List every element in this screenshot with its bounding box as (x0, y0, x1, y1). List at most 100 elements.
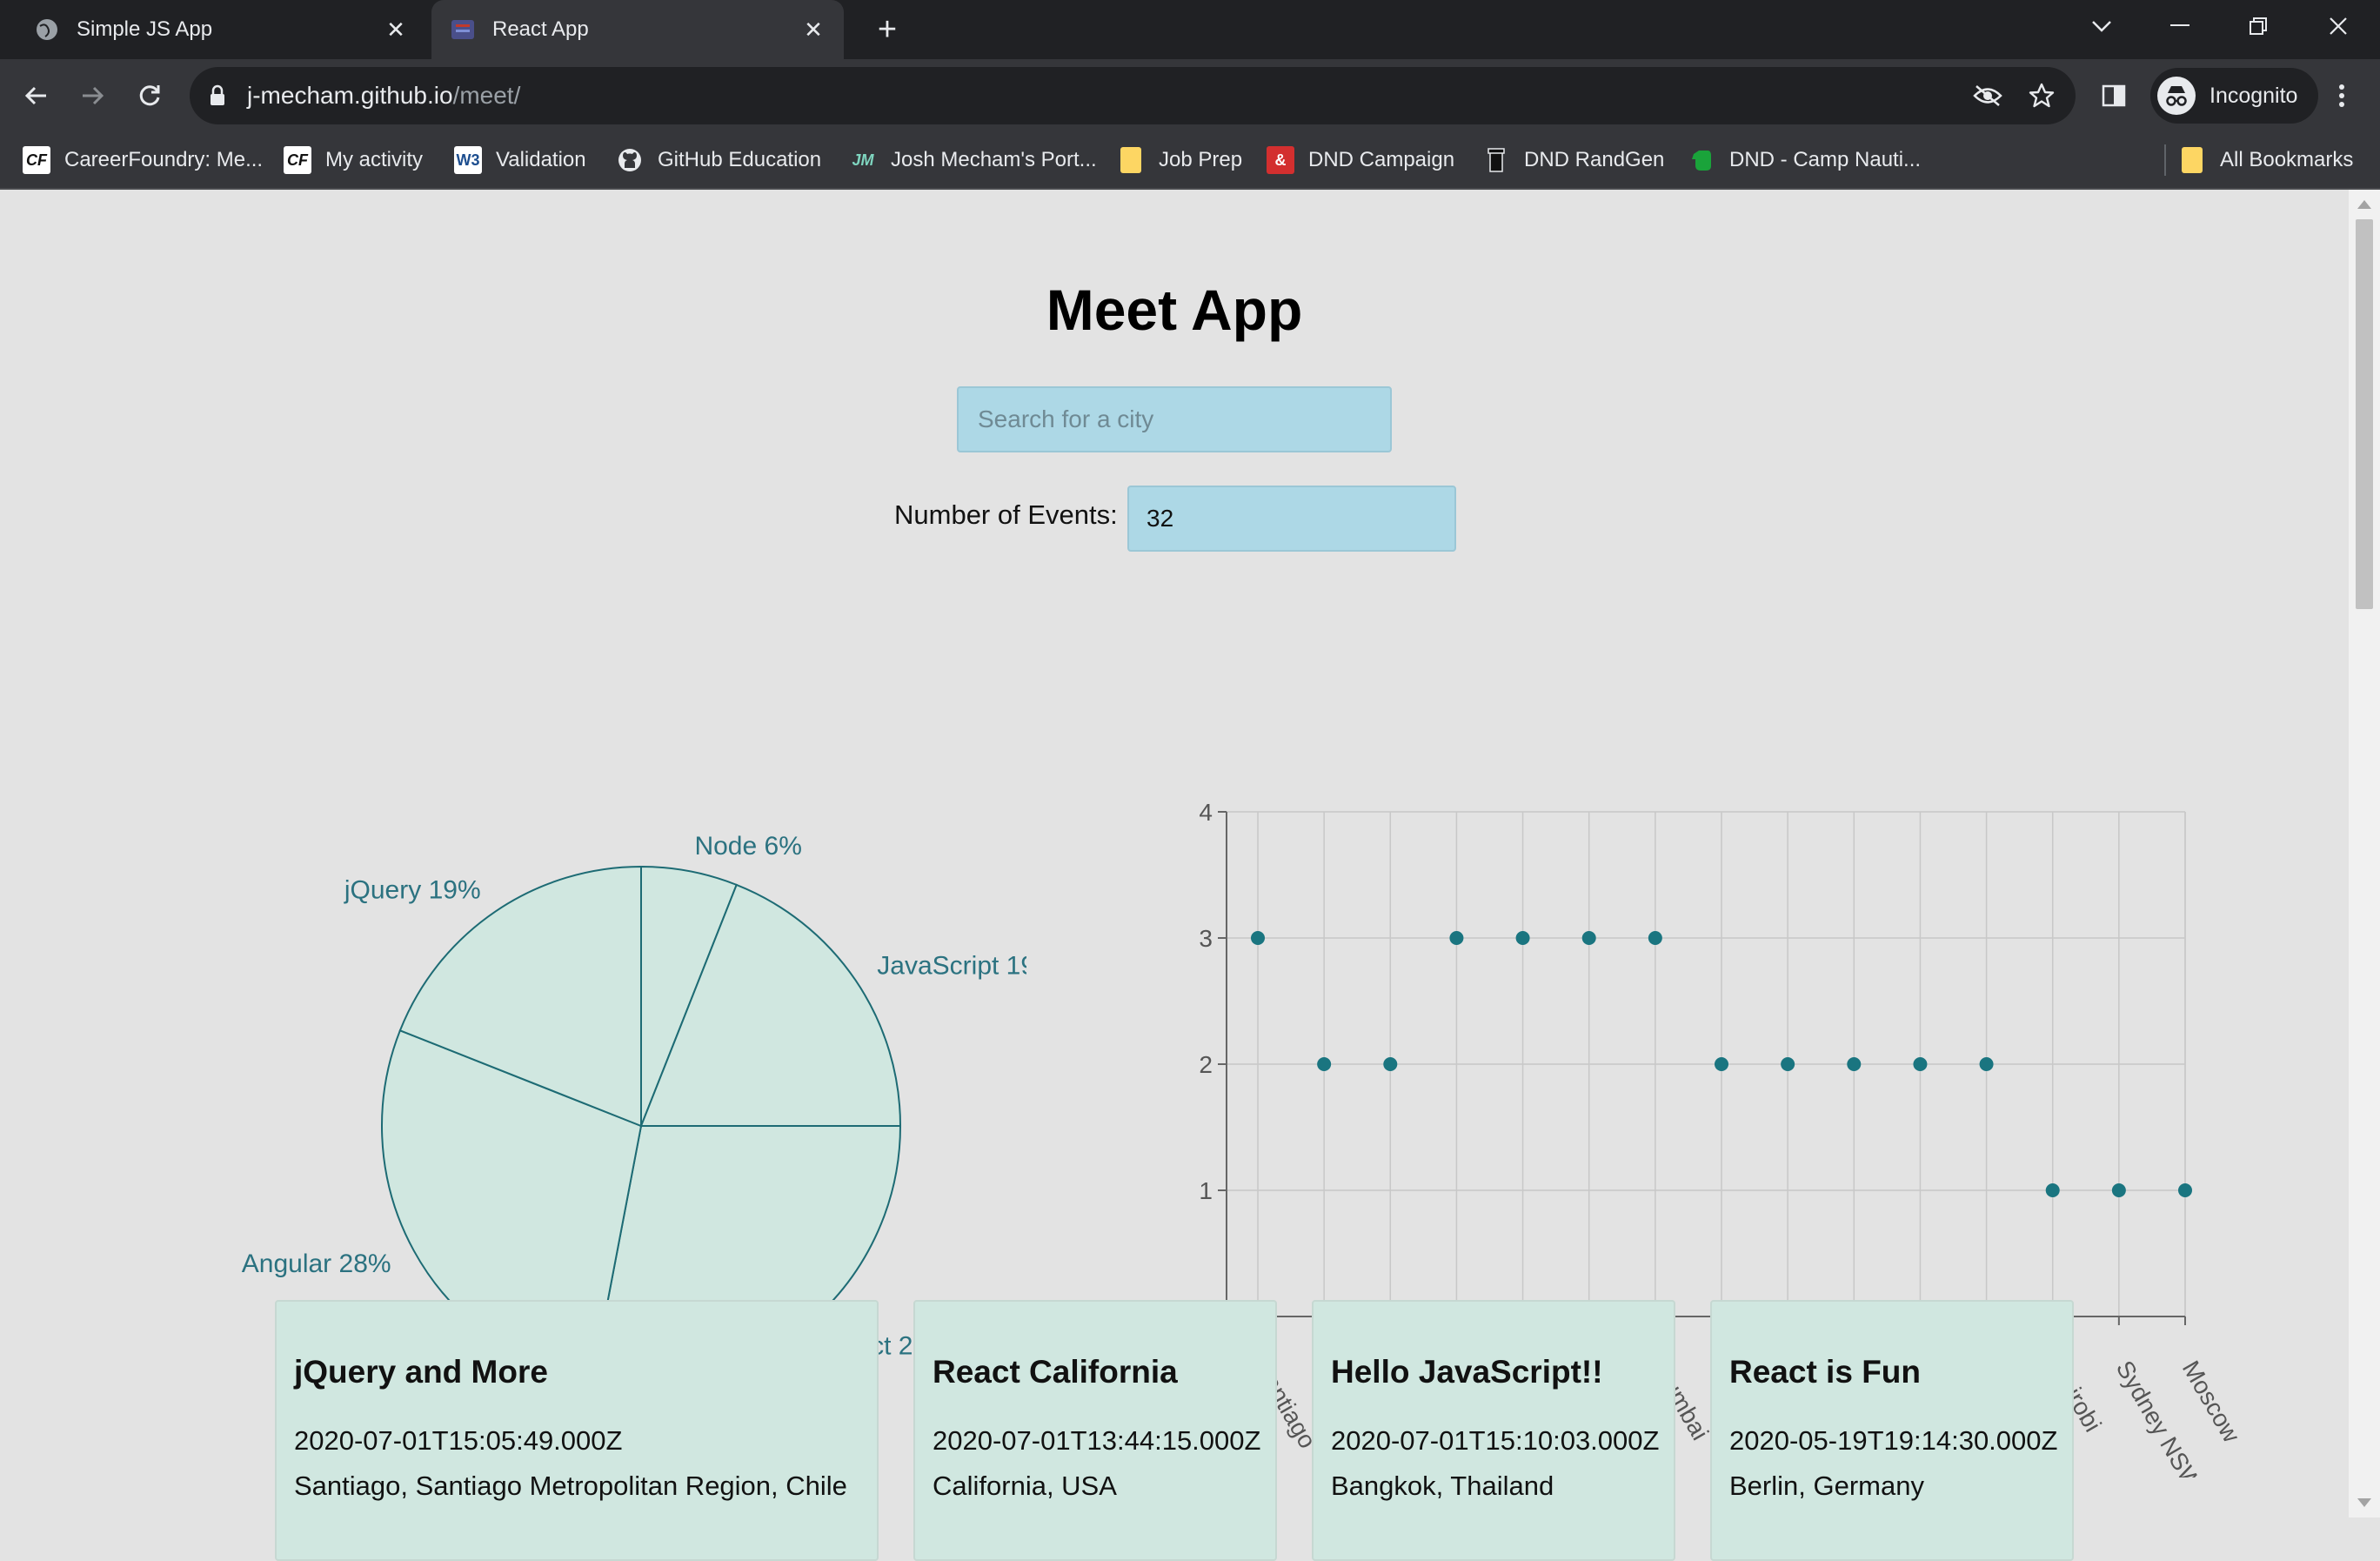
menu-kebab-icon[interactable] (2319, 73, 2364, 118)
profile-incognito[interactable]: Incognito (2150, 68, 2319, 124)
github-icon (616, 146, 644, 174)
scatter-point[interactable] (1715, 1057, 1728, 1071)
bookmark-my-activity[interactable]: CF My activity (284, 143, 423, 178)
event-title: Hello JavaScript!! (1331, 1354, 1603, 1390)
bookmark-label: My activity (325, 148, 424, 171)
bookmark-dnd-camp[interactable]: DND - Camp Nauti... (1688, 143, 1921, 178)
bookmark-star-icon[interactable] (2025, 79, 2058, 112)
cf-icon: CF (284, 146, 311, 174)
w3c-icon: W3 (454, 146, 482, 174)
pie-label: Angular 28% (242, 1249, 391, 1278)
close-tab-icon[interactable]: ✕ (799, 15, 828, 44)
bookmark-dnd-randgen[interactable]: DND RandGen (1482, 143, 1664, 178)
lock-icon[interactable] (209, 84, 226, 111)
tab-title: Simple JS App (77, 17, 213, 41)
globe-icon (35, 17, 59, 42)
tab-react-app[interactable]: React App ✕ (431, 0, 844, 59)
scatter-point[interactable] (2111, 1183, 2126, 1197)
evernote-icon (1688, 146, 1715, 174)
bookmark-github-education[interactable]: GitHub Education (616, 143, 821, 178)
event-location: California, USA (933, 1471, 1117, 1501)
genre-pie-chart: React 28%Angular 28%jQuery 19%Node 6%Jav… (242, 832, 1026, 1386)
pie-label: jQuery 19% (344, 876, 481, 905)
scatter-point[interactable] (1581, 931, 1596, 945)
x-tick-label: Moscow (2177, 1357, 2246, 1448)
event-title: React is Fun (1729, 1354, 1921, 1390)
bookmark-label: Josh Mecham's Port... (891, 148, 1097, 171)
page-viewport: Meet App Number of Events: React 28%Angu… (0, 190, 2349, 1561)
url-path: /meet/ (452, 82, 521, 109)
bookmark-label: Validation (496, 148, 586, 171)
tab-search-chevron-icon[interactable] (2067, 0, 2136, 52)
scrollbar-thumb[interactable] (2356, 219, 2373, 609)
number-of-events-label: Number of Events: (894, 499, 1118, 530)
bookmark-label: Job Prep (1159, 148, 1243, 171)
event-card[interactable]: React California 2020-07-01T13:44:15.000… (913, 1300, 1277, 1561)
bookmark-validation[interactable]: W3 Validation (454, 143, 586, 178)
minimize-icon[interactable] (2145, 0, 2215, 52)
scatter-point[interactable] (1449, 931, 1464, 945)
tab-strip: Simple JS App ✕ React App ✕ + (0, 0, 2380, 59)
jm-icon: JM (852, 151, 874, 169)
folder-icon (2182, 147, 2203, 173)
event-card[interactable]: jQuery and More 2020-07-01T15:05:49.000Z… (275, 1300, 879, 1561)
bookmark-portfolio[interactable]: JM Josh Mecham's Port... (849, 143, 1097, 178)
bookmark-label: DND - Camp Nauti... (1729, 148, 1922, 171)
profile-label: Incognito (2210, 83, 2298, 108)
close-tab-icon[interactable]: ✕ (381, 15, 411, 44)
bookmark-label: DND RandGen (1524, 148, 1665, 171)
event-title: jQuery and More (294, 1354, 548, 1390)
restore-icon[interactable] (2223, 0, 2293, 52)
bookmark-careerfoundry[interactable]: CF CareerFoundry: Me... (23, 143, 263, 178)
y-tick-label: 1 (1199, 1177, 1213, 1204)
reload-icon[interactable] (127, 73, 172, 118)
scatter-point[interactable] (2178, 1183, 2192, 1197)
dnd-icon: & (1267, 146, 1294, 174)
scatter-point[interactable] (2045, 1183, 2060, 1197)
event-location: Santiago, Santiago Metropolitan Region, … (294, 1471, 847, 1501)
y-tick-label: 3 (1199, 925, 1213, 952)
scroll-up-icon[interactable] (2357, 200, 2371, 209)
back-icon[interactable] (14, 73, 59, 118)
city-search-input[interactable] (957, 386, 1392, 452)
page-scrollbar[interactable] (2349, 190, 2380, 1517)
bookmark-label: CareerFoundry: Me... (64, 148, 264, 171)
scatter-point[interactable] (1847, 1057, 1862, 1071)
bookmark-dnd-campaign[interactable]: & DND Campaign (1267, 143, 1454, 178)
tab-title: React App (492, 17, 589, 41)
number-of-events-input[interactable] (1127, 486, 1456, 552)
scatter-point[interactable] (1383, 1057, 1398, 1071)
scatter-point[interactable] (1979, 1057, 1994, 1071)
folder-icon (1120, 147, 1141, 173)
y-tick-label: 2 (1199, 1051, 1213, 1078)
all-bookmarks[interactable]: All Bookmarks (2182, 143, 2353, 178)
pie-label: Node 6% (694, 832, 801, 861)
all-bookmarks-label: All Bookmarks (2220, 148, 2354, 171)
page-title: Meet App (1046, 278, 1303, 342)
scatter-point[interactable] (1317, 1057, 1332, 1071)
new-tab-icon[interactable]: + (868, 10, 906, 49)
scatter-point[interactable] (1913, 1057, 1928, 1071)
event-card[interactable]: React is Fun 2020-05-19T19:14:30.000Z Be… (1710, 1300, 2074, 1561)
scroll-down-icon[interactable] (2357, 1498, 2371, 1507)
tab-simple-js-app[interactable]: Simple JS App ✕ (26, 0, 426, 59)
event-location: Berlin, Germany (1729, 1471, 1924, 1501)
scatter-point[interactable] (1251, 931, 1265, 945)
side-panel-icon[interactable] (2091, 73, 2136, 118)
scatter-point[interactable] (1515, 931, 1530, 945)
url-text[interactable]: j-mecham.github.io/meet/ (247, 82, 520, 110)
forward-icon[interactable] (70, 73, 115, 118)
scatter-point[interactable] (1781, 1057, 1795, 1071)
event-location: Bangkok, Thailand (1331, 1471, 1554, 1501)
address-bar[interactable]: j-mecham.github.io/meet/ (190, 67, 2076, 124)
scatter-point[interactable] (1648, 931, 1662, 945)
eye-off-icon[interactable] (1971, 79, 2004, 112)
cf-icon: CF (23, 146, 50, 174)
event-time: 2020-07-01T13:44:15.000Z (933, 1425, 1261, 1456)
close-window-icon[interactable] (2303, 0, 2373, 52)
event-time: 2020-05-19T19:14:30.000Z (1729, 1425, 2058, 1456)
event-title: React California (933, 1354, 1178, 1390)
event-time: 2020-07-01T15:10:03.000Z (1331, 1425, 1660, 1456)
event-card[interactable]: Hello JavaScript!! 2020-07-01T15:10:03.0… (1312, 1300, 1675, 1561)
bookmark-job-prep[interactable]: Job Prep (1120, 143, 1242, 178)
